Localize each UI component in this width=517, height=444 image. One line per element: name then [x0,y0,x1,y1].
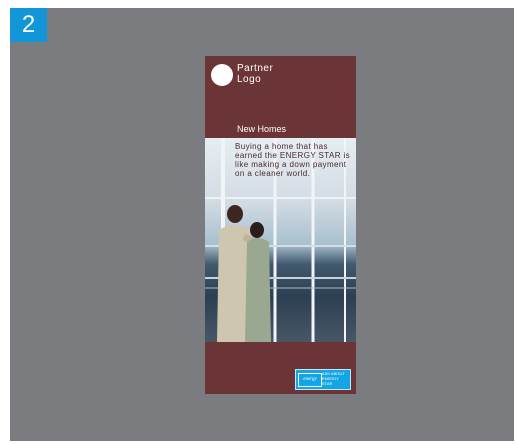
page-number-badge: 2 [10,8,47,42]
brochure-tagline: Buying a home that has earned the ENERGY… [235,142,351,178]
energy-star-badge-text: ASK ABOUT ENERGY STAR [322,371,345,386]
partner-logo-line2: Logo [237,74,262,85]
energy-star-logo-icon: energy [298,373,322,387]
energy-star-badge: energy ASK ABOUT ENERGY STAR [295,369,351,390]
partner-logo-text: Partner Logo [237,63,273,85]
partner-logo-placeholder [211,64,233,86]
brochure-title: New Homes [237,124,287,134]
brochure-cover: Partner Logo New Homes Buying a home tha… [205,56,356,394]
cover-photo: Buying a home that has earned the ENERGY… [205,138,356,342]
badge-line3: STAR [322,381,333,386]
partner-logo-line1: Partner [237,63,274,74]
